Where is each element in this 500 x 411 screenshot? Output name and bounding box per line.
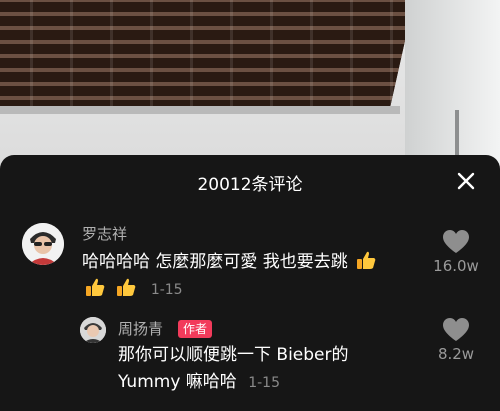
heart-icon [443,318,469,341]
panel-header: 20012条评论 [0,155,500,211]
ceiling-grid-image [0,0,415,110]
avatar[interactable] [22,223,64,265]
like-count: 8.2w [437,345,475,363]
reply-time: 1-15 [248,375,280,391]
comment-count-title: 20012条评论 [197,175,303,195]
like-count: 16.0w [433,257,479,275]
reply-item: 周扬青 作者 那你可以顺便跳一下 Bieber的 Yummy 嘛哈哈 1-15 … [0,313,500,411]
reply-body-line1: 那你可以顺便跳一下 Bieber的 [118,345,349,365]
thumbs-up-emoji [117,278,136,296]
wall-image [405,0,500,170]
reply-username[interactable]: 周扬青 [118,318,163,339]
author-badge: 作者 [178,320,213,338]
thumbs-up-emoji [357,251,376,269]
reply-text: 那你可以顺便跳一下 Bieber的 Yummy 嘛哈哈 1-15 [118,342,438,397]
like-button[interactable]: 8.2w [426,317,486,363]
reply-body-line2: Yummy 嘛哈哈 [118,372,237,392]
avatar[interactable] [80,317,106,343]
heart-icon [443,230,469,253]
ceiling-beam [0,106,400,114]
comment-text: 哈哈哈哈 怎麼那麼可愛 我也要去跳 1-15 [82,249,442,304]
comment-item: 罗志祥 哈哈哈哈 怎麼那麼可愛 我也要去跳 1-15 16.0w [0,215,500,325]
comment-time: 1-15 [150,282,183,298]
close-icon [457,172,475,190]
close-button[interactable] [454,169,478,193]
comment-panel: 20012条评论 罗志祥 哈哈哈哈 怎麼那麼可愛 我也要去跳 1-15 16.0… [0,155,500,411]
thumbs-up-emoji [86,278,105,296]
comment-username[interactable]: 罗志祥 [82,223,127,244]
comment-body: 哈哈哈哈 怎麼那麼可愛 我也要去跳 [82,252,348,272]
like-button[interactable]: 16.0w [426,229,486,275]
